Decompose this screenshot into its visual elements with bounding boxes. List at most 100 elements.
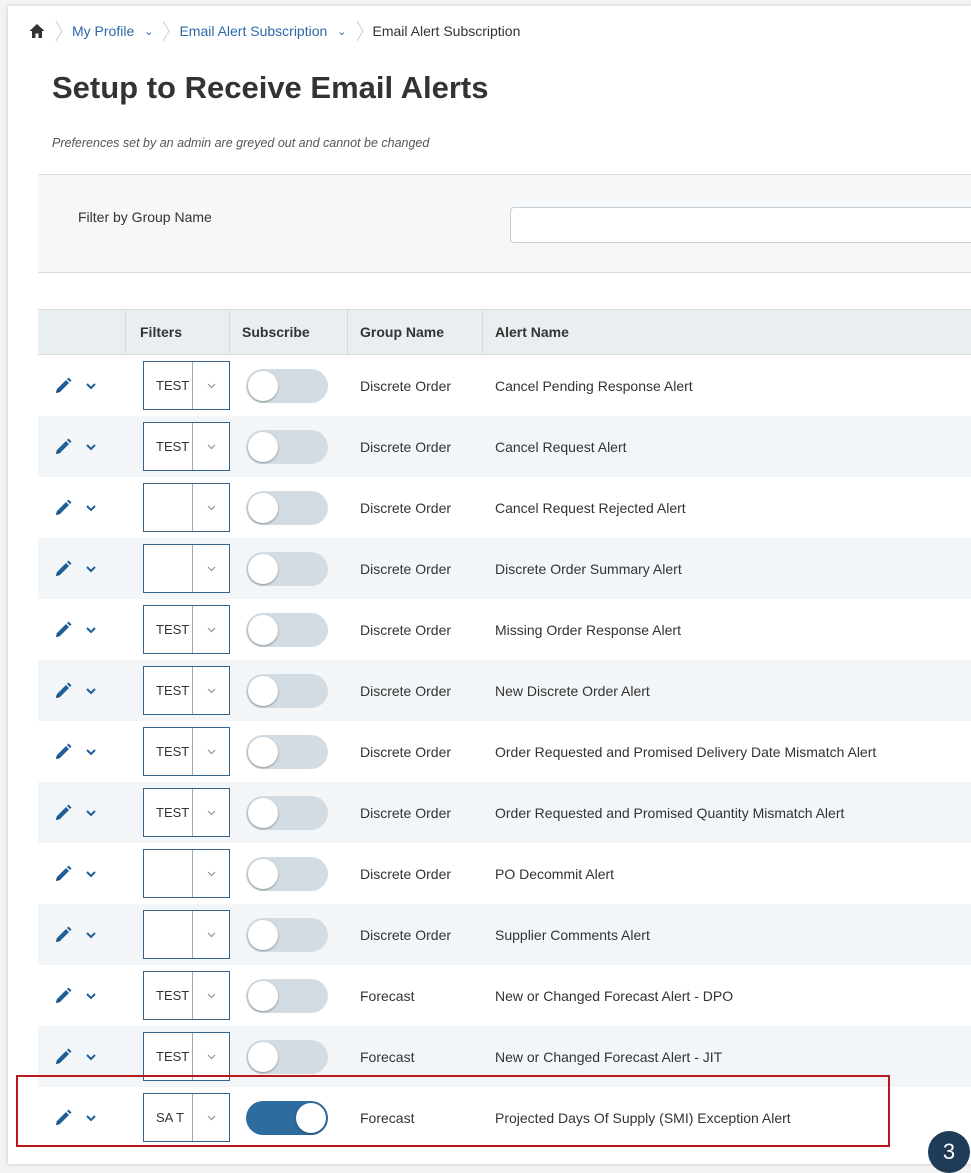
chevron-down-icon[interactable]: ⌄ bbox=[144, 25, 153, 38]
filter-select-button[interactable] bbox=[192, 545, 229, 592]
filter-select-button[interactable] bbox=[192, 484, 229, 531]
chevron-down-icon bbox=[207, 993, 215, 998]
subscribe-toggle[interactable] bbox=[246, 490, 328, 525]
chevron-down-icon[interactable] bbox=[85, 990, 97, 1002]
subscribe-toggle[interactable] bbox=[246, 1039, 328, 1074]
filter-select[interactable]: TEST bbox=[143, 971, 230, 1020]
pencil-icon[interactable] bbox=[53, 986, 73, 1006]
subscribe-toggle[interactable] bbox=[246, 978, 328, 1013]
filter-select[interactable] bbox=[143, 483, 230, 532]
pencil-icon[interactable] bbox=[53, 1108, 73, 1128]
subscribe-toggle[interactable] bbox=[246, 1100, 328, 1135]
subscribe-toggle[interactable] bbox=[246, 856, 328, 891]
group-name-filter-input[interactable] bbox=[510, 207, 971, 243]
chevron-down-icon[interactable] bbox=[85, 746, 97, 758]
group-name-cell: Discrete Order bbox=[360, 499, 452, 516]
filter-select-button[interactable] bbox=[192, 667, 229, 714]
column-header-alert-name[interactable]: Alert Name bbox=[483, 310, 971, 354]
chevron-down-icon bbox=[207, 810, 215, 815]
filter-select-button[interactable] bbox=[192, 789, 229, 836]
pencil-icon[interactable] bbox=[53, 559, 73, 579]
chevron-down-icon[interactable] bbox=[85, 807, 97, 819]
filter-select-button[interactable] bbox=[192, 911, 229, 958]
breadcrumb-my-profile[interactable]: My Profile bbox=[72, 23, 134, 39]
filter-select[interactable]: TEST bbox=[143, 1032, 230, 1081]
chevron-down-icon[interactable] bbox=[85, 563, 97, 575]
subscribe-toggle[interactable] bbox=[246, 429, 328, 464]
filter-select-button[interactable] bbox=[192, 1094, 229, 1141]
chevron-down-icon[interactable]: ⌄ bbox=[337, 25, 346, 38]
column-header-group-name[interactable]: Group Name bbox=[348, 310, 483, 354]
chevron-down-icon[interactable] bbox=[85, 685, 97, 697]
subscribe-toggle[interactable] bbox=[246, 734, 328, 769]
home-icon[interactable] bbox=[28, 22, 46, 40]
filter-select-button[interactable] bbox=[192, 1033, 229, 1080]
pencil-icon[interactable] bbox=[53, 681, 73, 701]
pencil-icon[interactable] bbox=[53, 803, 73, 823]
filter-select[interactable] bbox=[143, 544, 230, 593]
pencil-icon[interactable] bbox=[53, 437, 73, 457]
chevron-down-icon bbox=[207, 383, 215, 388]
toggle-knob bbox=[248, 797, 278, 828]
chevron-down-icon bbox=[207, 688, 215, 693]
filter-select[interactable]: TEST bbox=[143, 788, 230, 837]
filter-cell: TEST bbox=[126, 660, 230, 721]
column-header-subscribe[interactable]: Subscribe bbox=[230, 310, 348, 354]
filter-select[interactable]: TEST bbox=[143, 422, 230, 471]
breadcrumb-separator-icon bbox=[163, 20, 171, 42]
filter-select[interactable]: SA T bbox=[143, 1093, 230, 1142]
subscribe-toggle[interactable] bbox=[246, 917, 328, 952]
subscribe-toggle[interactable] bbox=[246, 795, 328, 830]
alert-name-cell: Supplier Comments Alert bbox=[495, 926, 650, 943]
pencil-icon[interactable] bbox=[53, 1047, 73, 1067]
filter-select[interactable] bbox=[143, 849, 230, 898]
filter-select[interactable]: TEST bbox=[143, 666, 230, 715]
pencil-icon[interactable] bbox=[53, 620, 73, 640]
subscribe-toggle[interactable] bbox=[246, 551, 328, 586]
table-header: Filters Subscribe Group Name Alert Name bbox=[38, 310, 971, 355]
chevron-down-icon[interactable] bbox=[85, 868, 97, 880]
pencil-icon[interactable] bbox=[53, 742, 73, 762]
filter-select-button[interactable] bbox=[192, 606, 229, 653]
filter-select-button[interactable] bbox=[192, 728, 229, 775]
filter-select-button[interactable] bbox=[192, 972, 229, 1019]
subscribe-toggle[interactable] bbox=[246, 368, 328, 403]
table-row: Discrete Order Cancel Request Rejected A… bbox=[38, 477, 971, 538]
pencil-icon[interactable] bbox=[53, 376, 73, 396]
pencil-icon[interactable] bbox=[53, 864, 73, 884]
pencil-icon[interactable] bbox=[53, 925, 73, 945]
table-row: Discrete Order Discrete Order Summary Al… bbox=[38, 538, 971, 599]
filter-cell: TEST bbox=[126, 1026, 230, 1087]
filter-select[interactable]: TEST bbox=[143, 605, 230, 654]
subscribe-toggle[interactable] bbox=[246, 673, 328, 708]
filter-cell: TEST bbox=[126, 782, 230, 843]
toggle-knob bbox=[248, 980, 278, 1011]
chevron-down-icon[interactable] bbox=[85, 380, 97, 392]
column-header-filters[interactable]: Filters bbox=[126, 310, 230, 354]
row-actions bbox=[38, 843, 126, 904]
chevron-down-icon[interactable] bbox=[85, 929, 97, 941]
filter-select[interactable]: TEST bbox=[143, 727, 230, 776]
filter-select[interactable] bbox=[143, 910, 230, 959]
toggle-knob bbox=[248, 614, 278, 645]
row-actions bbox=[38, 416, 126, 477]
alert-name-cell: PO Decommit Alert bbox=[495, 865, 615, 882]
filter-select-button[interactable] bbox=[192, 362, 229, 409]
chevron-down-icon[interactable] bbox=[85, 1051, 97, 1063]
chevron-down-icon[interactable] bbox=[85, 441, 97, 453]
toggle-knob bbox=[248, 858, 278, 889]
filter-select[interactable]: TEST bbox=[143, 361, 230, 410]
subscribe-toggle[interactable] bbox=[246, 612, 328, 647]
chevron-down-icon[interactable] bbox=[85, 1112, 97, 1124]
chevron-down-icon[interactable] bbox=[85, 502, 97, 514]
breadcrumb-email-alert-subscription[interactable]: Email Alert Subscription bbox=[179, 23, 327, 39]
chevron-down-icon bbox=[207, 932, 215, 937]
filter-select-button[interactable] bbox=[192, 850, 229, 897]
breadcrumb-separator-icon bbox=[356, 20, 364, 42]
filter-select-button[interactable] bbox=[192, 423, 229, 470]
chevron-down-icon[interactable] bbox=[85, 624, 97, 636]
pencil-icon[interactable] bbox=[53, 498, 73, 518]
chevron-down-icon bbox=[207, 871, 215, 876]
row-actions bbox=[38, 599, 126, 660]
row-actions bbox=[38, 1087, 126, 1148]
